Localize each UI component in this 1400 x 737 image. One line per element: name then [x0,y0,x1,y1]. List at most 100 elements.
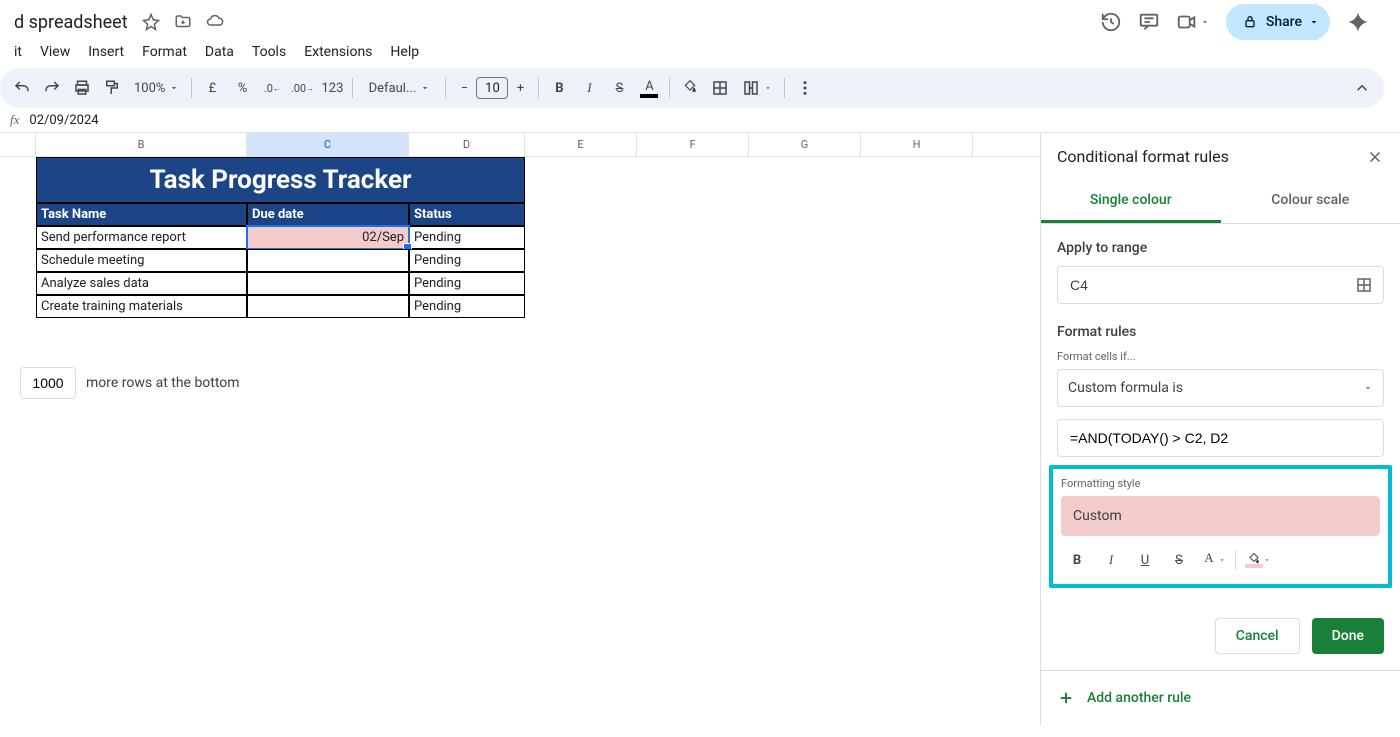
cell-due-selected[interactable]: 02/Sep [247,226,409,249]
print-icon[interactable] [68,74,96,102]
more-icon[interactable] [791,74,819,102]
sheet-title-banner[interactable]: Task Progress Tracker [36,157,525,203]
add-rule-button[interactable]: Add another rule [1041,671,1400,725]
font-name-label: Defaul... [369,81,417,96]
style-text-color-icon[interactable]: A [1197,544,1229,576]
menu-extensions[interactable]: Extensions [304,44,372,60]
text-color-icon[interactable]: A [635,74,663,102]
percent-icon[interactable]: % [228,74,256,102]
menu-data[interactable]: Data [205,44,234,60]
spreadsheet-canvas[interactable]: B C D E F G H Task Progress Tracker Task… [0,133,1040,725]
col-header-c[interactable]: C [247,133,409,156]
decrease-decimal-icon[interactable]: .0← [258,74,286,102]
meet-icon[interactable] [1176,11,1210,33]
style-preview[interactable]: Custom [1061,496,1380,536]
cell-task[interactable]: Create training materials [36,295,247,318]
cell-task[interactable]: Analyze sales data [36,272,247,295]
table-header-row: Task Name Due date Status [36,203,525,226]
gemini-icon[interactable] [1346,10,1370,34]
cancel-button[interactable]: Cancel [1215,618,1300,654]
star-icon[interactable] [142,13,160,31]
increase-font-icon[interactable]: + [508,76,532,100]
decrease-font-icon[interactable]: − [452,76,476,100]
undo-icon[interactable] [8,74,36,102]
style-bold-icon[interactable]: B [1061,544,1093,576]
col-header-b[interactable]: B [36,133,247,156]
menu-help[interactable]: Help [390,44,419,60]
done-button[interactable]: Done [1312,618,1384,654]
merge-icon[interactable] [736,74,778,102]
cell-status[interactable]: Pending [409,295,525,318]
increase-decimal-icon[interactable]: .00→ [288,74,316,102]
header-task[interactable]: Task Name [36,203,247,226]
formula-content[interactable]: 02/09/2024 [29,113,98,128]
formatting-style-label: Formatting style [1061,477,1380,490]
col-header-h[interactable]: H [861,133,973,156]
font-size-input[interactable]: 10 [476,77,508,99]
style-fill-color-icon[interactable] [1242,544,1274,576]
cell-status[interactable]: Pending [409,272,525,295]
comments-icon[interactable] [1138,11,1160,33]
tab-colour-scale[interactable]: Colour scale [1221,180,1400,223]
apply-range-label: Apply to range [1057,240,1384,256]
cell-due[interactable] [247,249,409,272]
formatting-style-highlight: Formatting style Custom B I U S A [1049,465,1392,588]
condition-select[interactable]: Custom formula is [1057,369,1384,407]
cell-status[interactable]: Pending [409,226,525,249]
zoom-label: 100% [134,81,165,96]
col-header-f[interactable]: F [637,133,749,156]
font-select[interactable]: Defaul... [359,74,439,102]
collapse-toolbar-icon[interactable] [1348,74,1376,102]
header-due[interactable]: Due date [247,203,409,226]
table-row: Send performance report 02/Sep Pending [36,226,525,249]
add-rows-footer: more rows at the bottom [20,367,240,399]
cell-due[interactable] [247,272,409,295]
strikethrough-icon[interactable]: S [605,74,633,102]
close-icon[interactable] [1366,148,1384,166]
share-dropdown[interactable] [1302,4,1330,40]
table-row: Create training materials Pending [36,295,525,318]
share-label: Share [1266,14,1302,30]
style-italic-icon[interactable]: I [1095,544,1127,576]
header-status[interactable]: Status [409,203,525,226]
conditional-format-sidebar: Conditional format rules Single colour C… [1040,133,1400,725]
col-header-e[interactable]: E [525,133,637,156]
cell-status[interactable]: Pending [409,249,525,272]
move-folder-icon[interactable] [174,13,192,31]
menu-tools[interactable]: Tools [252,44,286,60]
col-header-g[interactable]: G [749,133,861,156]
cell-task[interactable]: Send performance report [36,226,247,249]
menu-edit[interactable]: it [14,44,22,60]
more-formats-icon[interactable]: 123 [318,74,346,102]
zoom-select[interactable]: 100% [128,74,185,102]
cloud-status-icon[interactable] [206,13,224,31]
sidebar-title: Conditional format rules [1057,147,1229,166]
borders-icon[interactable] [706,74,734,102]
range-input[interactable] [1068,276,1355,294]
currency-icon[interactable]: £ [198,74,226,102]
menu-format[interactable]: Format [142,44,187,60]
menu-view[interactable]: View [40,44,70,60]
menu-insert[interactable]: Insert [88,44,124,60]
doc-title[interactable]: d spreadsheet [14,12,128,33]
bold-icon[interactable]: B [545,74,573,102]
table-row: Schedule meeting Pending [36,249,525,272]
col-header-d[interactable]: D [409,133,525,156]
paint-format-icon[interactable] [98,74,126,102]
cell-due[interactable] [247,295,409,318]
select-range-icon[interactable] [1355,276,1373,294]
sidebar-tabs: Single colour Colour scale [1041,180,1400,224]
condition-value: Custom formula is [1068,380,1183,396]
formula-input[interactable] [1068,429,1373,447]
select-all-corner[interactable] [0,133,36,156]
tab-single-colour[interactable]: Single colour [1041,180,1221,223]
fx-label: fx [10,112,19,128]
rows-count-input[interactable] [20,367,76,399]
italic-icon[interactable]: I [575,74,603,102]
history-icon[interactable] [1100,11,1122,33]
redo-icon[interactable] [38,74,66,102]
style-underline-icon[interactable]: U [1129,544,1161,576]
style-strikethrough-icon[interactable]: S [1163,544,1195,576]
fill-color-icon[interactable] [676,74,704,102]
cell-task[interactable]: Schedule meeting [36,249,247,272]
